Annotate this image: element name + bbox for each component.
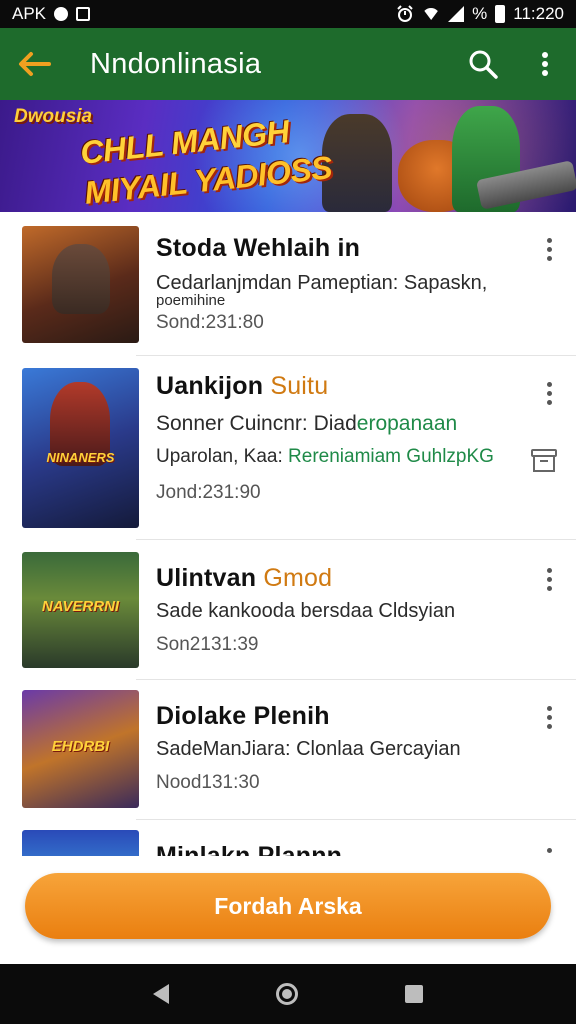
app-title: Nndonlinasia: [90, 47, 262, 80]
more-dot: [546, 246, 552, 252]
more-dot: [546, 847, 552, 853]
subline-highlight: Rereniamiam GuhlzpKG: [288, 446, 494, 467]
list-item[interactable]: Stoda Wehlaih in Cedarlanjmdan Pameptian…: [0, 212, 576, 356]
status-time: 11:220: [513, 4, 564, 23]
more-dot: [546, 723, 552, 729]
item-title-text: Minlakn Plannn: [156, 842, 343, 856]
wifi-icon: [422, 8, 441, 20]
more-dot: [546, 567, 552, 573]
signal-icon: [448, 6, 465, 22]
list-item[interactable]: Minlakn Plannn: [0, 820, 576, 856]
more-dot: [546, 576, 552, 582]
item-subline: poemihine: [156, 292, 226, 309]
list-item[interactable]: NAVERRNI Ulintvan Gmod Sade kankooda ber…: [0, 540, 576, 680]
item-title: Uankijon Suitu: [156, 372, 328, 401]
item-description: SadeManJiara: Clonlaa Gercayian: [156, 738, 461, 760]
item-more-button[interactable]: [536, 376, 562, 410]
item-subline: Uparolan, Kaa: Rereniamiam GuhlzpKG: [156, 446, 494, 468]
game-thumbnail: EHDRBI: [22, 690, 139, 808]
more-dot: [546, 390, 552, 396]
system-nav-bar: [0, 964, 576, 1024]
item-meta: Nood131:30: [156, 772, 260, 793]
description-text: Sonner Cuincnr: Diad: [156, 412, 357, 435]
item-title: Ulintvan Gmod: [156, 564, 332, 593]
item-meta: Sond:231:80: [156, 312, 264, 333]
nav-recents-icon[interactable]: [404, 985, 423, 1003]
app-actions: [452, 28, 576, 100]
item-title: Stoda Wehlaih in: [156, 234, 360, 263]
more-dot: [546, 399, 552, 405]
more-dot: [546, 714, 552, 720]
item-meta: Son2131:39: [156, 634, 259, 655]
thumbnail-label: NINANERS: [46, 450, 115, 465]
more-dot: [546, 255, 552, 261]
item-title: Minlakn Plannn: [156, 842, 342, 856]
thumbnail-label: NAVERRNI: [41, 598, 120, 615]
item-more-button[interactable]: [536, 562, 562, 596]
description-highlight: eropanaan: [356, 412, 458, 435]
game-thumbnail: NAVERRNI: [22, 552, 139, 668]
primary-action-button[interactable]: Fordah Arska: [25, 873, 551, 939]
nav-back-icon[interactable]: [153, 984, 170, 1004]
nav-home-icon[interactable]: [275, 983, 298, 1005]
subline-text: Uparolan, Kaa:: [156, 446, 283, 467]
more-vert-icon: [542, 52, 548, 76]
game-list: Stoda Wehlaih in Cedarlanjmdan Pameptian…: [0, 212, 576, 856]
list-item[interactable]: EHDRBI Diolake Plenih SadeManJiara: Clon…: [0, 680, 576, 820]
item-title: Diolake Plenih: [156, 702, 330, 731]
thumbnail-character: [52, 244, 110, 314]
back-arrow-icon: [19, 52, 51, 76]
notification-icon: [54, 7, 69, 21]
alarm-icon: [397, 5, 413, 22]
app-bar: Nndonlinasia: [0, 28, 576, 100]
item-title-text: Uankijon: [156, 372, 264, 400]
promo-banner[interactable]: Dwousia CHLL MANGH MIYAIL YADIOSS: [0, 100, 576, 212]
more-options-button[interactable]: [514, 28, 576, 100]
battery-percent: %: [472, 4, 488, 23]
status-app-label: APK: [12, 4, 47, 23]
archive-icon: [531, 449, 557, 472]
item-title-accent: Gmod: [263, 564, 333, 592]
item-description: Sonner Cuincnr: Diaderopanaan: [156, 412, 457, 436]
item-more-button[interactable]: [536, 232, 562, 266]
more-dot: [546, 237, 552, 243]
battery-icon: [495, 5, 506, 23]
thumbnail-label: EHDRBI: [51, 738, 110, 755]
item-meta: Jond:231:90: [156, 482, 261, 503]
item-more-button[interactable]: [536, 842, 562, 856]
more-dot: [546, 585, 552, 591]
item-title-text: Stoda Wehlaih in: [156, 234, 361, 262]
back-button[interactable]: [0, 28, 70, 100]
screenshot-icon: [76, 7, 91, 21]
action-area: Fordah Arska: [0, 856, 576, 964]
more-dot: [546, 705, 552, 711]
more-dot: [546, 381, 552, 387]
game-thumbnail: [22, 830, 139, 856]
item-title-accent: Suitu: [270, 372, 329, 400]
search-button[interactable]: [452, 28, 514, 100]
status-right: % 11:220: [396, 4, 564, 24]
list-item[interactable]: NINANERS Uankijon Suitu Sonner Cuincnr: …: [0, 356, 576, 540]
game-thumbnail: NINANERS: [22, 368, 139, 528]
item-title-text: Ulintvan: [156, 564, 257, 592]
banner-small-title: Dwousia: [14, 106, 93, 127]
status-left: APK: [12, 4, 91, 24]
item-description: Sade kankooda bersdaa Cldsyian: [156, 600, 456, 622]
game-thumbnail: [22, 226, 139, 343]
item-more-button[interactable]: [536, 700, 562, 734]
banner-character-soldier: [322, 114, 392, 212]
item-title-text: Diolake Plenih: [156, 702, 330, 730]
search-icon: [469, 50, 498, 79]
archive-button[interactable]: [530, 446, 560, 476]
status-bar: APK % 11:220: [0, 0, 576, 28]
